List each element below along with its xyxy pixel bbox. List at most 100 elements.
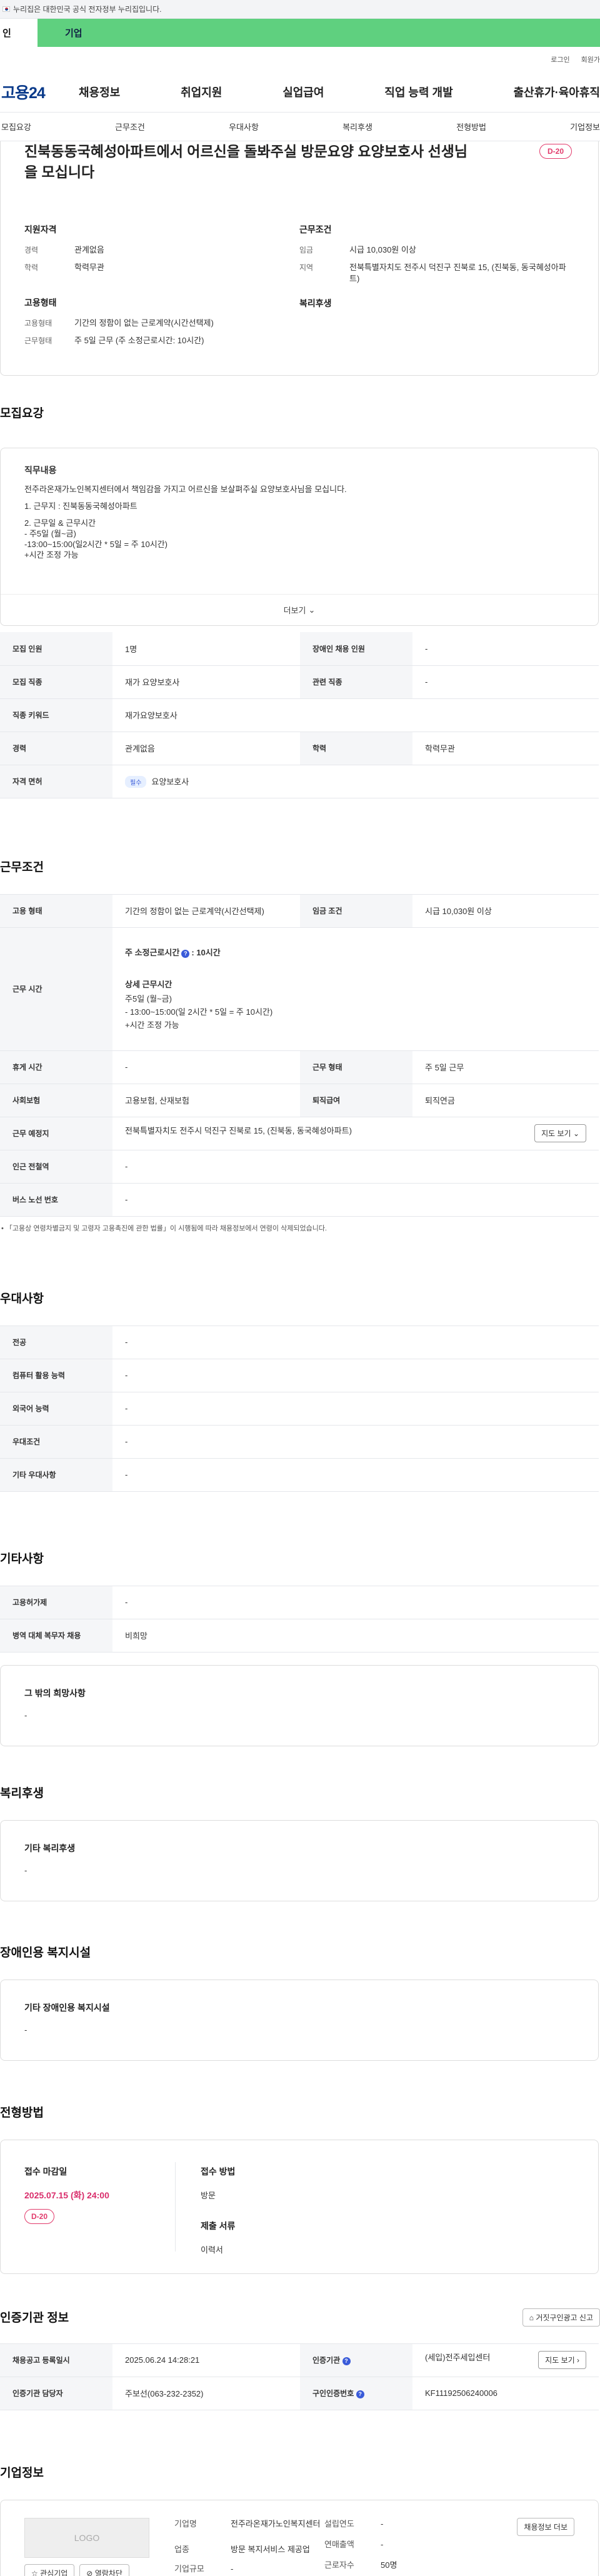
table-row: 채용공고 등록일시 2025.06.24 14:28:21 인증기관 ? (세입… — [0, 2343, 599, 2377]
gnb-item-unemployment[interactable]: 실업급여 — [282, 84, 324, 100]
table-cell: 1명 — [112, 632, 300, 666]
company-actions: 채용정보 더보 — [462, 2517, 574, 2576]
method-label: 접수 방법 — [201, 2166, 236, 2176]
hours-detail-title: 상세 근무시간 — [125, 980, 172, 989]
interest-company-button[interactable]: ☆ 관심기업 — [24, 2563, 75, 2576]
industry-label: 업종 — [174, 2544, 189, 2554]
gnb-item-employment-support[interactable]: 취업지원 — [181, 84, 222, 100]
deadline-value: 2025.07.15 (화) 24:00 — [24, 2190, 109, 2200]
duty-line: +시간 조정 가능 — [24, 550, 79, 560]
table-row: 모집 인원 1명 장애인 채용 인원 - — [0, 632, 599, 666]
tab-welfare[interactable]: 복리후생 — [342, 121, 372, 133]
company-info-col2: 설립연도 - 연매출액 - 근로자수 50명 — [324, 2518, 462, 2576]
etc-table: 고용허가제 - 병역 대체 복무자 채용 비희망 — [0, 1585, 599, 1653]
qual-label: 경력 — [24, 246, 39, 254]
tab-personal[interactable]: 인 — [0, 19, 38, 47]
disabled-card: 기타 장애인용 복지시설 - — [0, 1979, 599, 2061]
tab-recruit[interactable]: 모집요강 — [1, 121, 31, 133]
table-cell: 2025.06.24 14:28:21 — [112, 2343, 300, 2377]
table-row: 모집 직종 재가 요양보호사 관련 직종 - — [0, 665, 599, 699]
agency-map-button[interactable]: 지도 보기 › — [538, 2351, 586, 2369]
disabled-box-value: - — [24, 2025, 28, 2035]
agency-map-label: 지도 보기 — [545, 2356, 575, 2365]
agency-label: 인증기관 — [312, 2356, 341, 2365]
table-cell: - — [112, 1150, 599, 1184]
duty-line: 전주라온재가노인복지센터에서 책임감을 가지고 어르신을 보살펴주실 요양보호사… — [24, 485, 347, 494]
gov-notice-bar: 누리집은 대한민국 공식 전자정부 누리집입니다. — [0, 0, 600, 19]
block-label: 열람차단 — [94, 2568, 122, 2576]
more-button[interactable]: 더보기 ⌄ — [1, 594, 598, 625]
table-row: 자격 면허 필수 요양보호사 — [0, 765, 599, 798]
table-cell: - — [112, 1392, 599, 1426]
company-name-label: 기업명 — [174, 2518, 197, 2528]
duty-line: 1. 근무지 : 진북동동국혜성아파트 — [24, 501, 138, 511]
welfare-section-title: 복리후생 — [0, 1786, 44, 1800]
deadline-label: 접수 마감일 — [24, 2166, 68, 2176]
duty-line — [24, 511, 574, 518]
license-value: 요양보호사 — [151, 777, 189, 787]
login-link[interactable]: 로그인 — [551, 54, 569, 64]
docs-value: 이력서 — [201, 2245, 223, 2255]
selection-section-title: 전형방법 — [0, 2106, 44, 2120]
revenue-value: - — [381, 2539, 384, 2549]
map-view-button[interactable]: 지도 보기 ⌄ — [534, 1124, 586, 1142]
table-header: 근무 시간 — [0, 927, 112, 1051]
docs-label: 제출 서류 — [201, 2220, 236, 2231]
etc-section-title: 기타사항 — [0, 1552, 44, 1566]
table-cell: 기간의 정함이 없는 근로계약(시간선택제) — [112, 894, 300, 928]
gnb-item-jobs[interactable]: 채용정보 — [79, 84, 120, 100]
more-jobs-button[interactable]: 채용정보 더보 — [517, 2517, 574, 2536]
table-header: 모집 직종 — [0, 665, 112, 699]
table-header: 모집 인원 — [0, 632, 112, 666]
block-view-button[interactable]: ⊘ 열람차단 — [79, 2563, 129, 2576]
industry-value: 방문 복지서비스 제공업 — [231, 2544, 310, 2554]
table-cell: 재가 요양보호사 — [112, 665, 300, 699]
table-row: 우대조건 - — [0, 1425, 599, 1459]
report-button[interactable]: ⌂ 거짓구인광고 신고 — [522, 2308, 600, 2327]
duty-line: -13:00~15:00(일2시간 * 5일 = 주 10시간) — [24, 540, 168, 549]
table-row: 컴퓨터 활용 능력 - — [0, 1359, 599, 1392]
duty-line — [24, 495, 574, 501]
signup-link[interactable]: 회원가 — [581, 54, 600, 64]
report-icon: ⌂ — [529, 2313, 534, 2322]
hours-detail-line: 주5일 (월~금) — [125, 994, 172, 1004]
tab-work-conditions[interactable]: 근무조건 — [115, 121, 145, 133]
chevron-down-icon: ⌄ — [572, 1129, 579, 1138]
recruit-section-title: 모집요강 — [0, 407, 44, 420]
tab-company[interactable]: 기업정보 — [570, 121, 600, 133]
tab-company[interactable]: 기업 — [38, 19, 600, 47]
agency-header: 인증기관 정보 ⌂ 거짓구인광고 신고 — [0, 2308, 600, 2343]
help-icon[interactable]: ? — [342, 2357, 351, 2365]
founded-label: 설립연도 — [324, 2518, 354, 2528]
tab-selection[interactable]: 전형방법 — [456, 121, 486, 133]
conditions-heading: 근무조건 — [299, 224, 332, 234]
company-info-col1: 기업명 전주라온재가노인복지센터 업종 방문 복지서비스 제공업 기업규모 - — [174, 2518, 324, 2576]
table-cell: 주보선(063-232-2352) — [112, 2377, 300, 2410]
map-view-label: 지도 보기 — [541, 1129, 571, 1138]
site-logo[interactable]: 고용24 — [0, 81, 75, 103]
qualification-heading: 지원자격 — [24, 224, 57, 234]
method-block: 접수 방법 방문 제출 서류 이력서 — [176, 2140, 235, 2273]
qualification-block: 지원자격 경력 관계없음 학력 학력무관 고용형태 고용형태 기간의 정함이 없는 근… — [24, 223, 299, 353]
table-cell: - — [412, 632, 599, 666]
job-title: 진북동동국혜성아파트에서 어르신을 돌봐주실 방문요양 요양보호사 선생님을 모… — [24, 143, 468, 180]
table-cell: (세입)전주세입센터 지도 보기 › — [412, 2343, 599, 2377]
disabled-box-title: 기타 장애인용 복지시설 — [24, 2002, 110, 2013]
dday-badge: D-20 — [539, 144, 572, 159]
gnb-item-parental-leave[interactable]: 출산휴가·육아휴직 — [514, 84, 600, 100]
age-note: • 「고용상 연령차별금지 및 고령자 고용촉진에 관한 법률」이 시행됨에 따… — [1, 1224, 327, 1232]
gnb-item-training[interactable]: 직업 능력 개발 — [384, 84, 452, 100]
help-icon[interactable]: ? — [181, 950, 190, 958]
table-header: 기타 우대사항 — [0, 1458, 112, 1492]
section-tabs: 모집요강 근무조건 우대사항 복리후생 전형방법 기업정보 — [0, 113, 600, 141]
help-icon[interactable]: ? — [356, 2390, 364, 2398]
user-type-bar: 인 기업 — [0, 19, 600, 47]
selection-card: 접수 마감일 2025.07.15 (화) 24:00 D-20 접수 방법 방… — [0, 2139, 599, 2274]
top-links: 로그인 회원가 — [0, 47, 600, 72]
tab-preferences[interactable]: 우대사항 — [229, 121, 259, 133]
table-cell: 학력무관 — [412, 732, 599, 765]
table-row: 전공 - — [0, 1326, 599, 1359]
qual-label: 학력 — [24, 263, 39, 272]
table-cell: - — [112, 1050, 300, 1084]
table-cell: 필수 요양보호사 — [112, 765, 599, 798]
